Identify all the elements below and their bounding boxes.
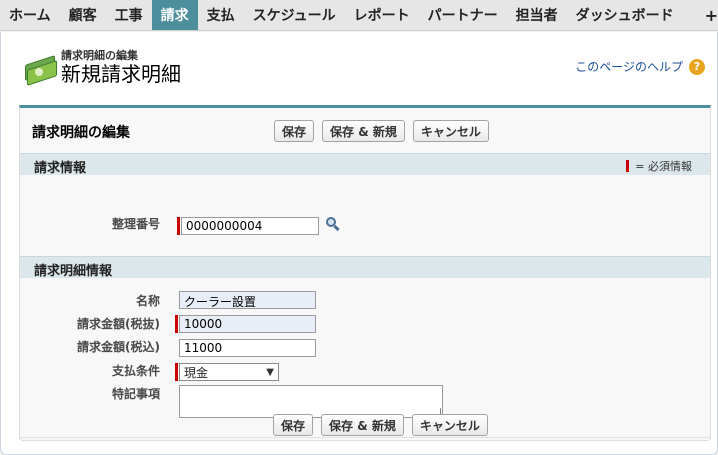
required-marker — [177, 217, 180, 235]
section-detail-title: 請求明細情報 — [34, 264, 113, 279]
required-marker — [175, 315, 178, 333]
tab-staff[interactable]: 担当者 — [507, 0, 567, 30]
tab-bar: ホーム 顧客 工事 請求 支払 スケジュール レポート パートナー 担当者 ダッ… — [0, 0, 718, 31]
cancel-button[interactable]: キャンセル — [411, 414, 488, 436]
page-header: 請求明細の編集 新規請求明細 — [23, 50, 181, 86]
edit-form: 請求明細の編集 保存 保存 & 新規 キャンセル 請求情報 = 必須情報 整理番… — [19, 105, 711, 441]
seiri-number-input[interactable]: 0000000004 — [181, 217, 319, 235]
help-icon[interactable]: ? — [689, 58, 705, 75]
help-link[interactable]: このページのヘルプ ? — [575, 58, 705, 75]
tab-dashboard[interactable]: ダッシュボード — [567, 0, 683, 30]
amount-in-label: 請求金額(税込) — [77, 340, 160, 354]
payment-label: 支払条件 — [111, 364, 160, 378]
tab-partners[interactable]: パートナー — [419, 0, 507, 30]
tab-payments[interactable]: 支払 — [198, 0, 244, 30]
chevron-down-icon: ▼ — [266, 366, 274, 378]
required-marker — [175, 363, 178, 381]
payment-select[interactable]: 現金 ▼ — [179, 363, 279, 381]
divider — [20, 437, 710, 438]
tab-schedule[interactable]: スケジュール — [244, 0, 345, 30]
save-new-button[interactable]: 保存 & 新規 — [321, 414, 404, 436]
money-icon — [23, 51, 57, 86]
save-button[interactable]: 保存 — [274, 120, 315, 142]
amount-ex-label: 請求金額(税抜) — [77, 317, 160, 331]
tab-add-icon[interactable]: + — [683, 0, 718, 30]
tab-customers[interactable]: 顧客 — [60, 0, 106, 30]
cancel-button[interactable]: キャンセル — [412, 120, 489, 142]
amount-in-input[interactable]: 11000 — [179, 339, 316, 357]
section-detail-info: 請求明細情報 — [20, 256, 710, 279]
name-input[interactable]: クーラー設置 — [179, 291, 316, 309]
tab-invoices[interactable]: 請求 — [151, 0, 198, 30]
top-button-row: 保存 保存 & 新規 キャンセル — [274, 120, 489, 142]
required-marker — [626, 160, 630, 172]
name-label: 名称 — [135, 294, 160, 308]
save-new-button[interactable]: 保存 & 新規 — [322, 120, 405, 142]
payment-select-value: 現金 — [184, 365, 209, 380]
lookup-icon[interactable] — [324, 216, 340, 232]
page-subtitle: 請求明細の編集 — [61, 49, 138, 62]
tab-home[interactable]: ホーム — [0, 0, 60, 30]
save-button[interactable]: 保存 — [273, 414, 314, 436]
help-link-label[interactable]: このページのヘルプ — [575, 58, 683, 75]
seiri-label: 整理番号 — [111, 217, 160, 231]
required-legend-text: = 必須情報 — [635, 160, 692, 173]
amount-ex-input[interactable]: 10000 — [179, 315, 316, 333]
form-title: 請求明細の編集 — [32, 125, 130, 141]
bottom-button-row: 保存 保存 & 新規 キャンセル — [273, 414, 488, 436]
required-legend: = 必須情報 — [626, 158, 692, 174]
notes-label: 特記事項 — [111, 387, 160, 401]
tab-reports[interactable]: レポート — [345, 0, 419, 30]
main-panel: 請求明細の編集 新規請求明細 このページのヘルプ ? 請求明細の編集 保存 保存… — [0, 32, 718, 455]
section-invoice-title: 請求情報 — [34, 161, 87, 176]
tab-construction[interactable]: 工事 — [106, 0, 152, 30]
section-invoice-info: 請求情報 = 必須情報 — [20, 153, 710, 176]
page-title: 新規請求明細 — [61, 62, 181, 86]
